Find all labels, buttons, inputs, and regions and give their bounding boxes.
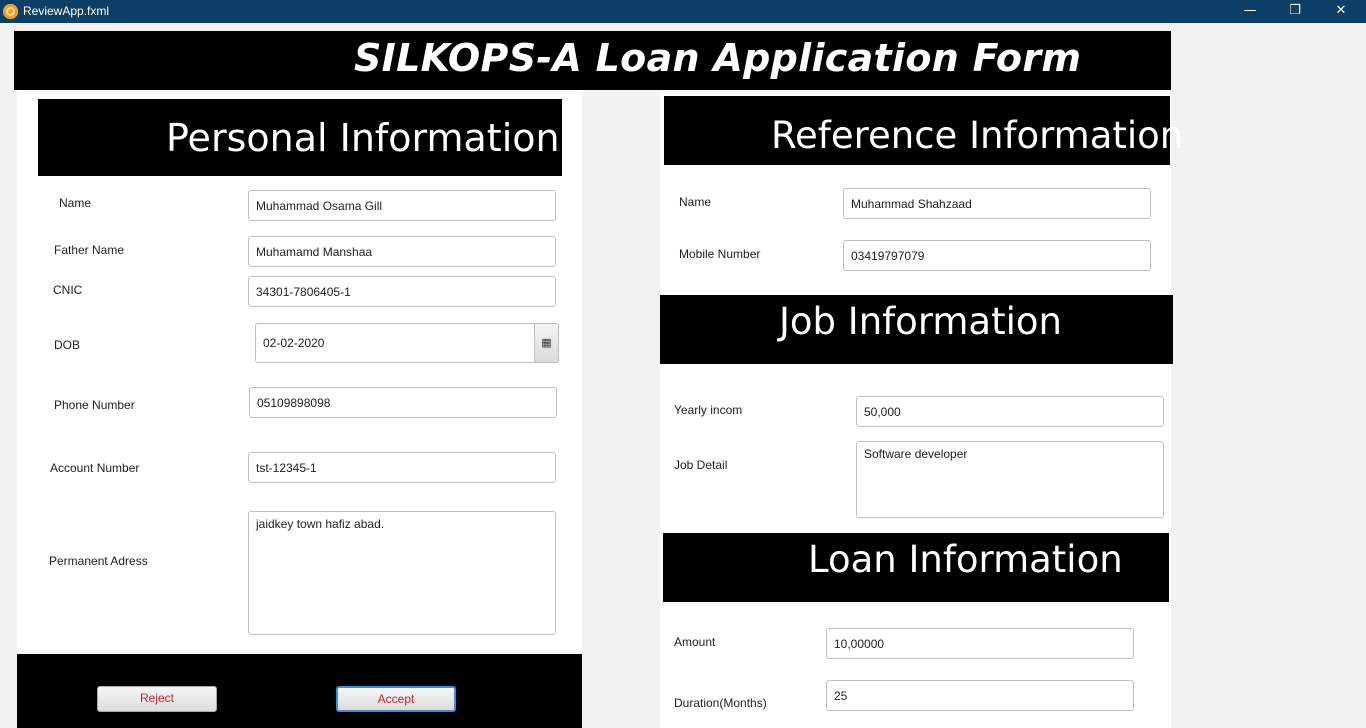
ref-mobile-label: Mobile Number <box>679 247 761 261</box>
personal-header: Personal Information <box>166 116 560 160</box>
accept-button[interactable]: Accept <box>336 686 456 712</box>
duration-field[interactable]: 25 <box>826 680 1134 711</box>
cnic-label: CNIC <box>53 283 83 297</box>
form-title: SILKOPS-A Loan Application Form <box>354 36 1082 80</box>
ref-mobile-field[interactable]: 03419797079 <box>843 240 1151 271</box>
phone-field[interactable]: 05109898098 <box>249 387 557 418</box>
reference-header: Reference Information <box>771 114 1184 157</box>
address-textarea[interactable]: jaidkey town hafiz abad. <box>248 511 556 635</box>
income-label: Yearly incom <box>674 403 743 417</box>
phone-label: Phone Number <box>54 398 135 412</box>
window-titlebar <box>0 0 1366 23</box>
calendar-icon[interactable]: ▦ <box>534 323 559 363</box>
name-label: Name <box>59 196 92 210</box>
address-label: Permanent Adress <box>49 554 148 568</box>
duration-label: Duration(Months) <box>674 696 767 710</box>
job-detail-textarea[interactable]: Software developer <box>856 441 1164 518</box>
income-field[interactable]: 50,000 <box>856 396 1164 427</box>
reject-button[interactable]: Reject <box>97 686 217 712</box>
ref-name-label: Name <box>679 195 712 209</box>
minimize-button[interactable]: — <box>1227 0 1273 23</box>
window-title: ReviewApp.fxml <box>23 4 110 18</box>
father-name-label: Father Name <box>54 243 125 257</box>
account-field[interactable]: tst-12345-1 <box>248 452 556 483</box>
amount-field[interactable]: 10,00000 <box>826 628 1134 659</box>
account-label: Account Number <box>50 461 140 475</box>
app-icon <box>3 4 18 19</box>
amount-label: Amount <box>674 635 716 649</box>
restore-button[interactable]: ❐ <box>1272 0 1318 23</box>
close-button[interactable]: ✕ <box>1318 0 1364 23</box>
name-field[interactable]: Muhammad Osama Gill <box>248 190 556 221</box>
job-header: Job Information <box>779 300 1062 343</box>
dob-date-field[interactable]: 02-02-2020 <box>255 323 535 363</box>
dob-label: DOB <box>54 338 81 352</box>
job-detail-label: Job Detail <box>674 458 728 472</box>
ref-name-field[interactable]: Muhammad Shahzaad <box>843 188 1151 219</box>
cnic-field[interactable]: 34301-7806405-1 <box>248 276 556 307</box>
father-name-field[interactable]: Muhamamd Manshaa <box>248 236 556 267</box>
loan-header: Loan Information <box>808 538 1123 581</box>
